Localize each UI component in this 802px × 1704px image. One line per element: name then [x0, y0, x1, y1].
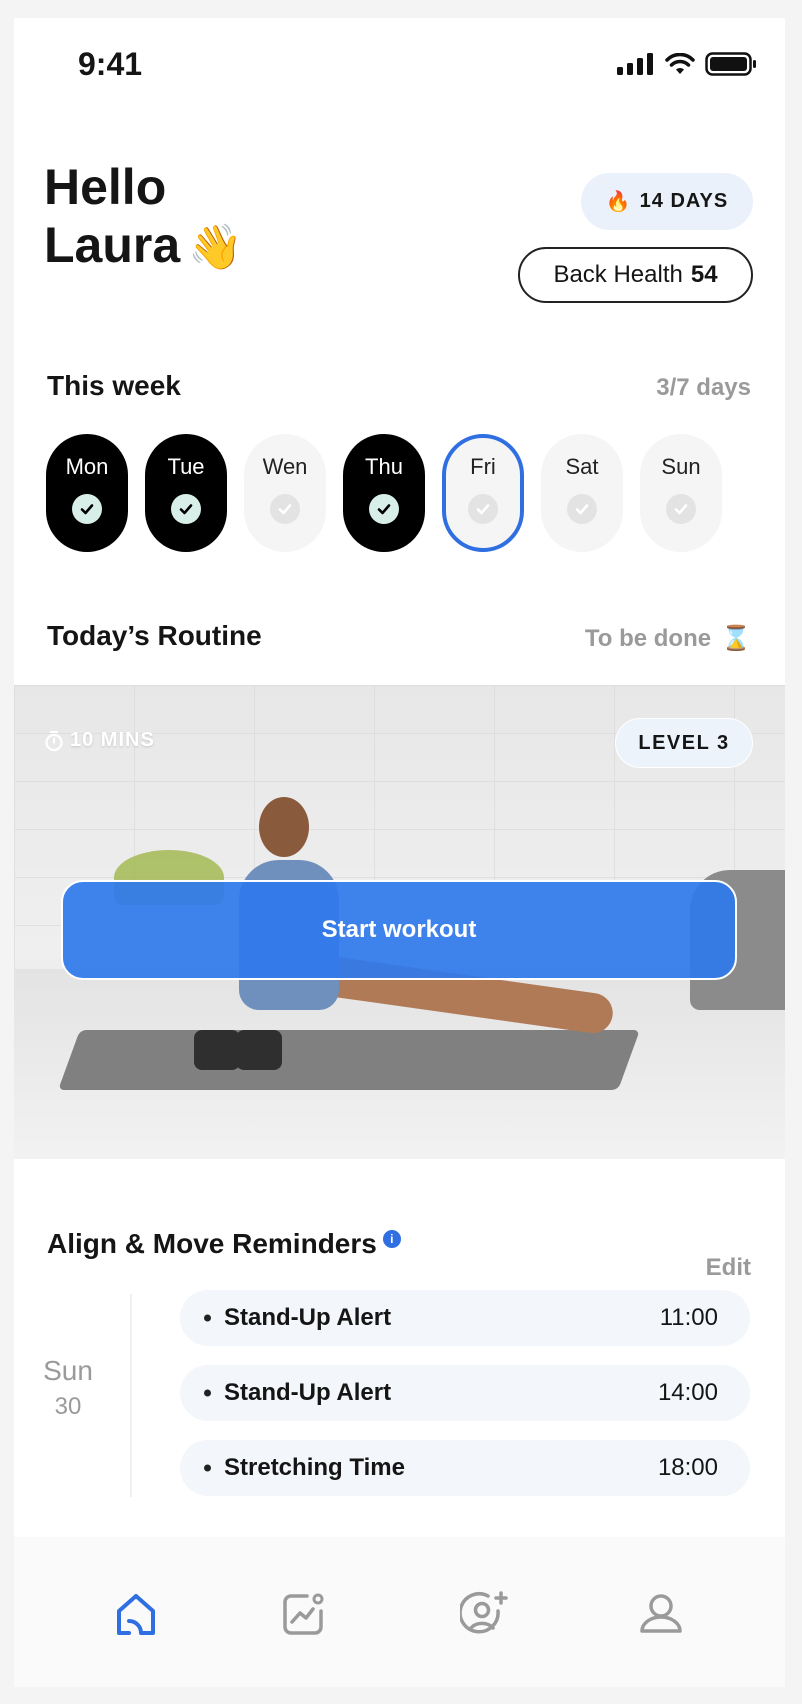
reminder-item[interactable]: Stretching Time 18:00	[180, 1440, 750, 1496]
bottom-nav	[14, 1537, 785, 1687]
day-pill-0[interactable]: Mon	[46, 434, 128, 552]
person-head-image	[259, 797, 309, 857]
dumbbell-image	[236, 1030, 282, 1070]
streak-badge[interactable]: 🔥 14 DAYS	[581, 173, 753, 230]
nav-tab-home[interactable]	[111, 1589, 161, 1639]
check-icon	[567, 494, 597, 524]
greeting-name: Laura	[44, 217, 181, 273]
greeting: Hello Laura 👋	[44, 158, 243, 277]
start-workout-button[interactable]: Start workout	[61, 880, 737, 980]
add-friend-icon	[458, 1591, 508, 1634]
fire-icon: 🔥	[605, 191, 632, 213]
day-label: Sun	[661, 454, 701, 479]
status-time: 9:41	[78, 46, 143, 82]
status-icons	[617, 52, 757, 76]
day-pill-2[interactable]: Wen	[244, 434, 326, 552]
progress-icon	[283, 1593, 324, 1635]
day-pill-1[interactable]: Tue	[145, 434, 227, 552]
nav-tab-progress[interactable]	[279, 1589, 329, 1639]
day-label: Tue	[167, 454, 205, 479]
check-icon	[666, 494, 696, 524]
reminder-day-number: 30	[54, 1393, 82, 1420]
check-icon	[270, 494, 300, 524]
day-label: Fri	[470, 454, 496, 479]
signal-icon	[617, 53, 653, 75]
day-pill-4[interactable]: Fri	[442, 434, 524, 552]
day-pill-6[interactable]: Sun	[640, 434, 722, 552]
profile-icon	[640, 1594, 682, 1633]
routine-status: To be done ⌛	[585, 624, 751, 653]
check-icon	[468, 494, 498, 524]
timer-icon	[45, 730, 63, 751]
battery-icon	[705, 52, 756, 76]
wave-emoji: 👋	[188, 223, 243, 272]
info-icon[interactable]: i	[382, 1230, 401, 1248]
day-pill-5[interactable]: Sat	[541, 434, 623, 552]
week-title: This week	[47, 370, 181, 401]
check-icon	[369, 494, 399, 524]
routine-duration-label: 10 MINS	[70, 729, 155, 751]
hourglass-icon: ⌛	[721, 625, 751, 652]
reminder-item[interactable]: Stand-Up Alert 11:00	[180, 1290, 750, 1346]
streak-label: 14 DAYS	[639, 190, 729, 212]
timeline-divider	[130, 1294, 132, 1497]
reminder-title: Stand-Up Alert	[224, 1379, 658, 1407]
yoga-mat-image	[58, 1030, 640, 1090]
phone-screen: 9:41 Hello Laura 👋 🔥 14 DAYS Back Health …	[14, 18, 785, 1687]
day-label: Thu	[365, 454, 403, 479]
dumbbell-image	[194, 1030, 240, 1070]
reminder-time: 14:00	[657, 1379, 718, 1406]
wifi-icon	[665, 53, 695, 74]
back-health-label: Back Health	[553, 261, 683, 288]
reminder-item[interactable]: Stand-Up Alert 14:00	[180, 1365, 750, 1421]
nav-tab-profile[interactable]	[636, 1589, 686, 1639]
day-label: Sat	[565, 454, 599, 479]
home-icon	[117, 1594, 155, 1635]
check-icon	[171, 494, 201, 524]
nav-tab-add-friend[interactable]	[458, 1589, 510, 1639]
week-progress: 3/7 days	[656, 374, 751, 401]
routine-card[interactable]: 10 MINS LEVEL 3 Start workout	[14, 685, 785, 1159]
reminder-title: Stand-Up Alert	[224, 1304, 660, 1332]
reminders-title: Align & Move Reminders i	[47, 1228, 401, 1260]
day-label: Wen	[262, 454, 308, 479]
reminders-title-label: Align & Move Reminders	[47, 1228, 377, 1259]
back-health-score: 54	[690, 261, 718, 288]
routine-status-label: To be done	[584, 624, 712, 652]
week-days: Mon Tue Wen Thu Fri Sat Sun	[46, 434, 722, 552]
routine-title: Today’s Routine	[47, 620, 262, 651]
reminder-date: Sun 30	[38, 1355, 98, 1421]
reminder-day-name: Sun	[43, 1355, 93, 1386]
edit-reminders-link[interactable]: Edit	[706, 1254, 751, 1282]
greeting-line-1: Hello	[44, 159, 167, 215]
reminder-title: Stretching Time	[224, 1454, 658, 1482]
routine-duration: 10 MINS	[44, 729, 155, 752]
day-label: Mon	[65, 454, 109, 479]
check-icon	[72, 494, 102, 524]
reminder-time: 11:00	[659, 1304, 718, 1331]
reminder-time: 18:00	[657, 1454, 718, 1481]
level-badge: LEVEL 3	[615, 718, 753, 768]
back-health-badge[interactable]: Back Health 54	[518, 247, 753, 303]
day-pill-3[interactable]: Thu	[343, 434, 425, 552]
